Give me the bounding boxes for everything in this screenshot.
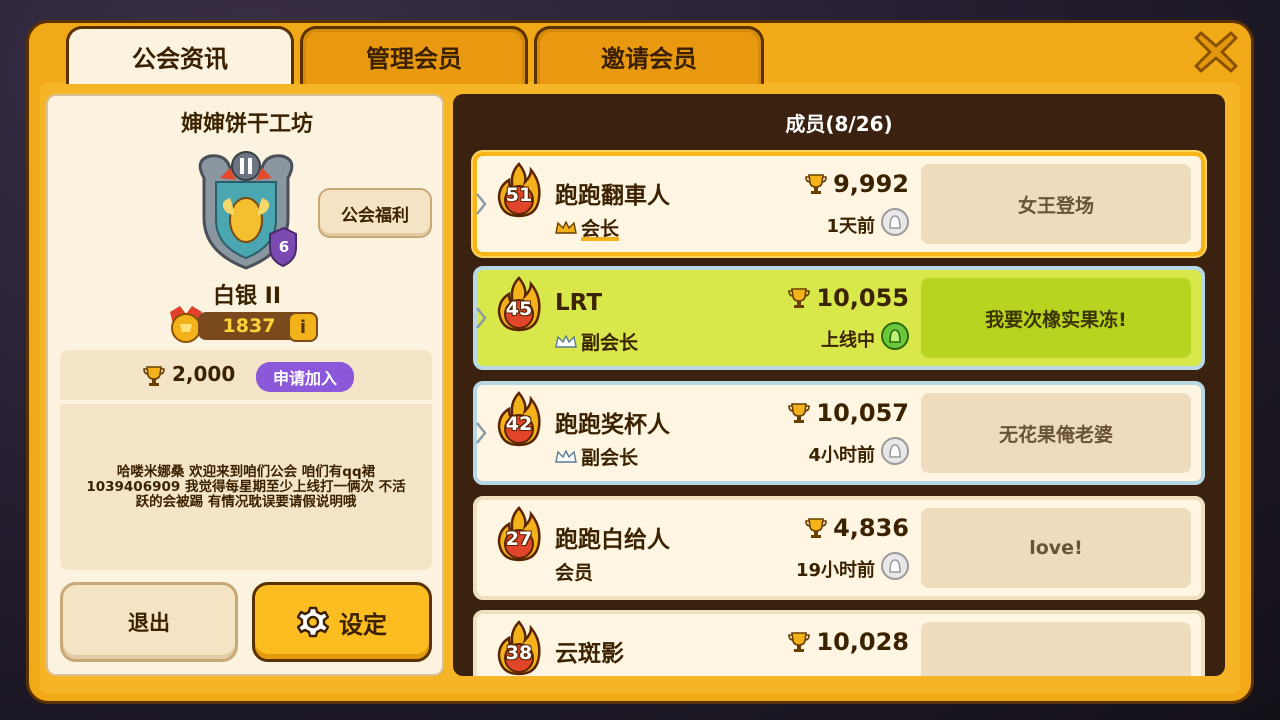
guild-benefit-button[interactable]: 公会福利 — [318, 188, 432, 238]
chevron-right-icon — [476, 193, 487, 215]
guild-rank: 白银 II — [212, 284, 282, 309]
member-name: LRT — [555, 290, 603, 316]
gear-icon — [297, 606, 329, 638]
member-trophies: 9,992 — [803, 170, 909, 198]
members-panel: 成员(8/26) 51 跑跑翻車人 会长 9,992 1天前 女王登场 45 L… — [453, 94, 1225, 676]
member-trophies: 4,836 — [803, 514, 909, 542]
member-name: 云斑影 — [555, 641, 624, 667]
member-name: 跑跑白给人 — [555, 527, 670, 553]
close-button[interactable] — [1192, 28, 1240, 76]
member-level: 38 — [505, 642, 533, 664]
member-trophies: 10,057 — [786, 399, 909, 427]
member-role-label: 会员 — [555, 562, 594, 584]
member-message: ❤❤ — [921, 622, 1191, 676]
member-role: 会员 — [555, 558, 593, 585]
tab-invite-members-label: 邀请会员 — [601, 45, 697, 73]
member-last-seen: 19小时前 — [795, 560, 875, 581]
settings-label: 设定 — [339, 610, 387, 639]
chevron-right-icon — [476, 422, 487, 444]
member-level: 51 — [505, 184, 533, 206]
member-role: 副会长 — [555, 328, 638, 355]
tab-guild-info-label: 公会资讯 — [132, 45, 228, 73]
guild-description-box: 哈喽米娜桑 欢迎来到咱们公会 咱们有qq裙1039406909 我觉得每星期至少… — [60, 404, 432, 570]
member-role: 会长 — [555, 214, 619, 241]
member-trophies-value: 10,055 — [816, 284, 909, 312]
member-name: 跑跑翻車人 — [555, 183, 670, 209]
tab-manage-members-label: 管理会员 — [366, 45, 462, 73]
member-trophies: 10,028 — [786, 628, 909, 656]
guild-info-panel: 婶婶饼干工坊 6 公会福利 白银 II 1837 i 2,000 申请加入 哈喽… — [46, 94, 444, 676]
member-row[interactable]: 42 跑跑奖杯人 副会长 10,057 4小时前 无花果俺老婆 — [473, 381, 1205, 485]
member-role-label: 副会长 — [581, 447, 639, 469]
member-row[interactable]: 51 跑跑翻車人 会长 9,992 1天前 女王登场 — [473, 152, 1205, 256]
member-last-seen: 1天前 — [826, 216, 875, 237]
member-level: 27 — [505, 528, 533, 550]
trophy-icon — [805, 174, 827, 194]
member-message: love! — [921, 508, 1191, 588]
emblem-level: 6 — [278, 238, 290, 256]
trophy-icon — [788, 288, 811, 308]
offline-status-icon — [881, 208, 909, 236]
requirement-trophies: 2,000 — [172, 362, 236, 386]
member-name: 跑跑奖杯人 — [555, 412, 670, 438]
offline-status-icon — [881, 552, 909, 580]
trophy-icon — [788, 632, 811, 652]
crown-icon — [555, 449, 577, 463]
member-last-seen: 4小时前 — [808, 445, 875, 466]
member-trophies-value: 9,992 — [833, 170, 909, 198]
guild-score-value: 1837 — [222, 315, 276, 337]
member-row[interactable]: 27 跑跑白给人 会员 4,836 19小时前 love! — [473, 496, 1205, 600]
apply-badge: 申请加入 — [256, 362, 354, 392]
member-role-label: 副会长 — [581, 332, 639, 354]
info-button[interactable]: i — [288, 312, 318, 342]
crown-icon — [555, 220, 577, 234]
trophy-icon — [805, 518, 827, 538]
close-icon — [1194, 31, 1238, 73]
member-message: 女王登场 — [921, 164, 1191, 244]
tab-invite-members[interactable]: 邀请会员 — [534, 26, 764, 84]
quit-button[interactable]: 退出 — [60, 582, 238, 662]
chevron-right-icon — [476, 307, 487, 329]
member-role-label: 会长 — [581, 218, 620, 240]
member-level: 45 — [505, 298, 533, 320]
member-trophies: 10,055 — [786, 284, 909, 312]
members-header: 成员(8/26) — [785, 112, 893, 136]
member-row[interactable]: 45 LRT 副会长 10,055 上线中 我要次橡实果冻! — [473, 266, 1205, 370]
offline-status-icon — [881, 437, 909, 465]
member-trophies-value: 10,057 — [816, 399, 909, 427]
member-trophies-value: 10,028 — [816, 628, 909, 656]
member-last-seen: 上线中 — [821, 330, 875, 351]
member-message: 我要次橡实果冻! — [921, 278, 1191, 358]
online-status-icon — [881, 322, 909, 350]
guild-name: 婶婶饼干工坊 — [180, 112, 313, 137]
member-trophies-value: 4,836 — [833, 514, 909, 542]
guild-emblem: 6 — [190, 148, 302, 274]
settings-button[interactable]: 设定 — [252, 582, 432, 662]
crown-icon — [555, 334, 577, 348]
tab-guild-info[interactable]: 公会资讯 — [66, 26, 294, 84]
guild-description: 哈喽米娜桑 欢迎来到咱们公会 咱们有qq裙1039406909 我觉得每星期至少… — [86, 463, 406, 510]
info-icon: i — [299, 316, 307, 338]
tab-manage-members[interactable]: 管理会员 — [300, 26, 528, 84]
member-row[interactable]: 38 云斑影 10,028 ❤❤ — [473, 610, 1205, 676]
member-role: 副会长 — [555, 443, 638, 470]
trophy-icon — [143, 366, 165, 386]
member-message: 无花果俺老婆 — [921, 393, 1191, 473]
trophy-icon — [788, 403, 811, 423]
join-requirement: 2,000 申请加入 — [60, 350, 432, 400]
member-level: 42 — [505, 413, 533, 435]
